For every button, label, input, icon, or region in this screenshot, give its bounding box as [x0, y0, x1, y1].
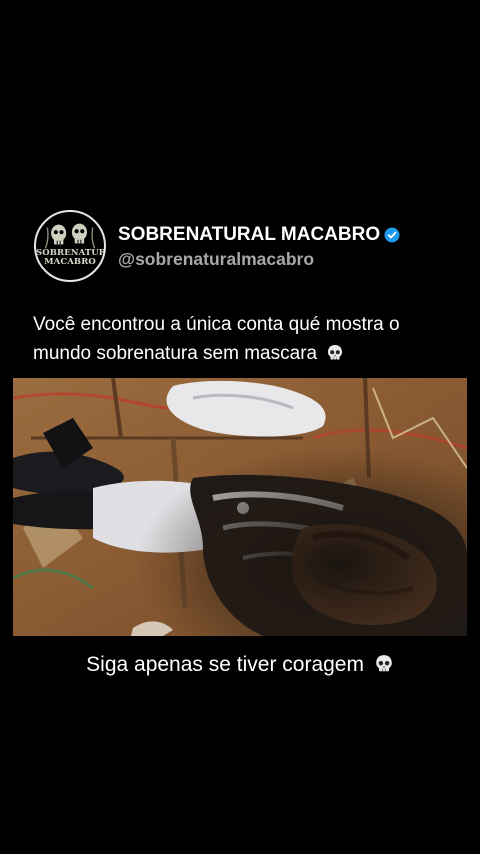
caption-line-2: mundo sobrenatura sem mascara [33, 339, 463, 368]
display-name-row[interactable]: SOBRENATURAL MACABRO [118, 223, 400, 247]
avatar-logo-text: SOBRENATURAL MACABRO [36, 248, 106, 267]
avatar[interactable]: SOBRENATURAL MACABRO [34, 210, 106, 282]
subtitle-text: Siga apenas se tiver coragem [86, 653, 364, 676]
caption-line-1: Você encontrou a única conta qué mostra … [33, 314, 400, 335]
account-names: SOBRENATURAL MACABRO @sobrenaturalmacabr… [118, 223, 400, 270]
verified-badge-icon [384, 227, 400, 242]
video-still-image [13, 378, 467, 636]
video-frame[interactable] [13, 378, 467, 636]
caption-line-2-text: mundo sobrenatura sem mascara [33, 343, 318, 364]
subtitle-overlay: Siga apenas se tiver coragem [0, 650, 480, 680]
display-name[interactable]: SOBRENATURAL MACABRO [118, 223, 380, 247]
skull-icon [328, 345, 343, 360]
profile-header: SOBRENATURAL MACABRO SOBRENATURAL MACABR… [34, 210, 400, 282]
account-handle[interactable]: @sobrenaturalmacabro [118, 248, 400, 270]
skulls-logo-icon [44, 223, 96, 249]
skull-icon [376, 655, 392, 672]
post-caption: Você encontrou a única conta qué mostra … [33, 310, 463, 368]
